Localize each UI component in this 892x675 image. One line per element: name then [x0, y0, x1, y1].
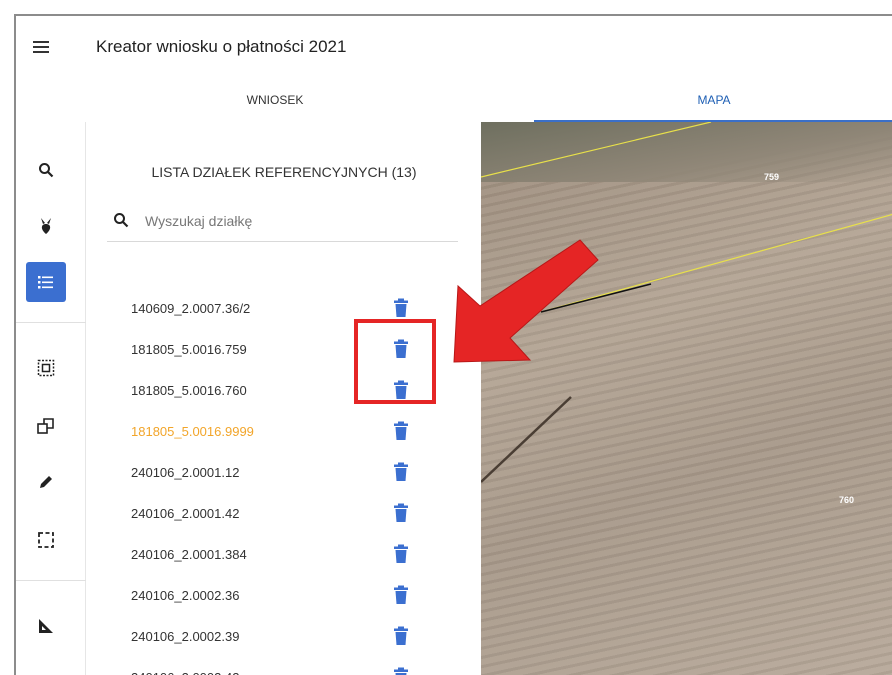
rail-divider: [16, 580, 86, 581]
map-parcel-label: 759: [764, 172, 780, 182]
delete-parcel-button[interactable]: [393, 585, 413, 607]
list-item[interactable]: 240106_2.0002.42: [131, 664, 431, 675]
crop-tool-button[interactable]: [26, 206, 66, 246]
rectangle-tool-button[interactable]: [26, 520, 66, 560]
tool-sidebar: [16, 122, 86, 675]
trash-icon: [394, 421, 408, 440]
select-area-icon: [37, 359, 55, 377]
list-icon: [38, 276, 53, 289]
tab-bar: WNIOSEK MAPA: [16, 82, 892, 122]
parcel-id: 240106_2.0001.12: [131, 465, 240, 480]
ruler-triangle-icon: [39, 619, 53, 633]
measure-button[interactable]: [26, 606, 66, 646]
list-title: LISTA DZIAŁEK REFERENCYJNYCH (13): [151, 164, 417, 180]
trash-icon: [394, 462, 408, 481]
parcel-boundary: [481, 122, 712, 178]
parcel-id: 240106_2.0002.36: [131, 588, 240, 603]
parcel-id: 240106_2.0002.39: [131, 629, 240, 644]
search-tool-button[interactable]: [26, 150, 66, 190]
parcel-search: [107, 206, 458, 242]
page-title: Kreator wniosku o płatności 2021: [96, 37, 347, 56]
annotation-highlight-box: [354, 319, 436, 404]
annotation-arrow-icon: [453, 239, 599, 363]
copy-shape-button[interactable]: [26, 406, 66, 446]
tab-mapa[interactable]: MAPA: [534, 82, 892, 122]
delete-parcel-button[interactable]: [393, 626, 413, 648]
map-parcel-label: 760: [839, 495, 855, 505]
delete-parcel-button[interactable]: [393, 298, 413, 320]
map-overlay: [481, 122, 892, 483]
pencil-icon: [40, 476, 52, 488]
parcel-id: 181805_5.0016.759: [131, 342, 247, 357]
list-item[interactable]: 181805_5.0016.9999: [131, 418, 431, 448]
dashed-rectangle-icon: [38, 532, 54, 548]
parcel-search-input[interactable]: [145, 210, 445, 232]
draw-button[interactable]: [26, 462, 66, 502]
parcel-id: 240106_2.0002.42: [131, 670, 239, 675]
field-track: [481, 396, 572, 483]
copy-shape-icon: [37, 418, 54, 434]
delete-parcel-button[interactable]: [393, 544, 413, 566]
trash-icon: [394, 585, 408, 604]
parcel-id: 240106_2.0001.42: [131, 506, 240, 521]
list-item[interactable]: 240106_2.0001.42: [131, 500, 431, 530]
map-view[interactable]: 759 760: [481, 122, 892, 675]
trash-icon: [394, 298, 408, 317]
search-icon: [39, 163, 54, 178]
rail-divider: [16, 322, 86, 323]
trash-icon: [394, 503, 408, 522]
top-bar: Kreator wniosku o płatności 2021: [16, 16, 892, 80]
select-area-button[interactable]: [26, 348, 66, 388]
trash-icon: [394, 667, 408, 675]
tab-wniosek[interactable]: WNIOSEK: [16, 82, 534, 122]
parcel-id: 181805_5.0016.760: [131, 383, 247, 398]
parcel-id: 240106_2.0001.384: [131, 547, 247, 562]
parcel-id: 181805_5.0016.9999: [131, 424, 254, 439]
trash-icon: [394, 544, 408, 563]
parcel-list-button[interactable]: [26, 262, 66, 302]
delete-parcel-button[interactable]: [393, 421, 413, 443]
parcel-id: 140609_2.0007.36/2: [131, 301, 251, 316]
list-item[interactable]: 240106_2.0002.39: [131, 623, 431, 653]
trash-icon: [394, 626, 408, 645]
plant-icon: [41, 218, 51, 234]
list-item[interactable]: 240106_2.0001.384: [131, 541, 431, 571]
delete-parcel-button[interactable]: [393, 667, 413, 675]
list-item[interactable]: 240106_2.0001.12: [131, 459, 431, 489]
delete-parcel-button[interactable]: [393, 503, 413, 525]
list-item[interactable]: 240106_2.0002.36: [131, 582, 431, 612]
delete-parcel-button[interactable]: [393, 462, 413, 484]
search-icon: [113, 212, 129, 233]
hamburger-menu-icon[interactable]: [30, 36, 52, 58]
